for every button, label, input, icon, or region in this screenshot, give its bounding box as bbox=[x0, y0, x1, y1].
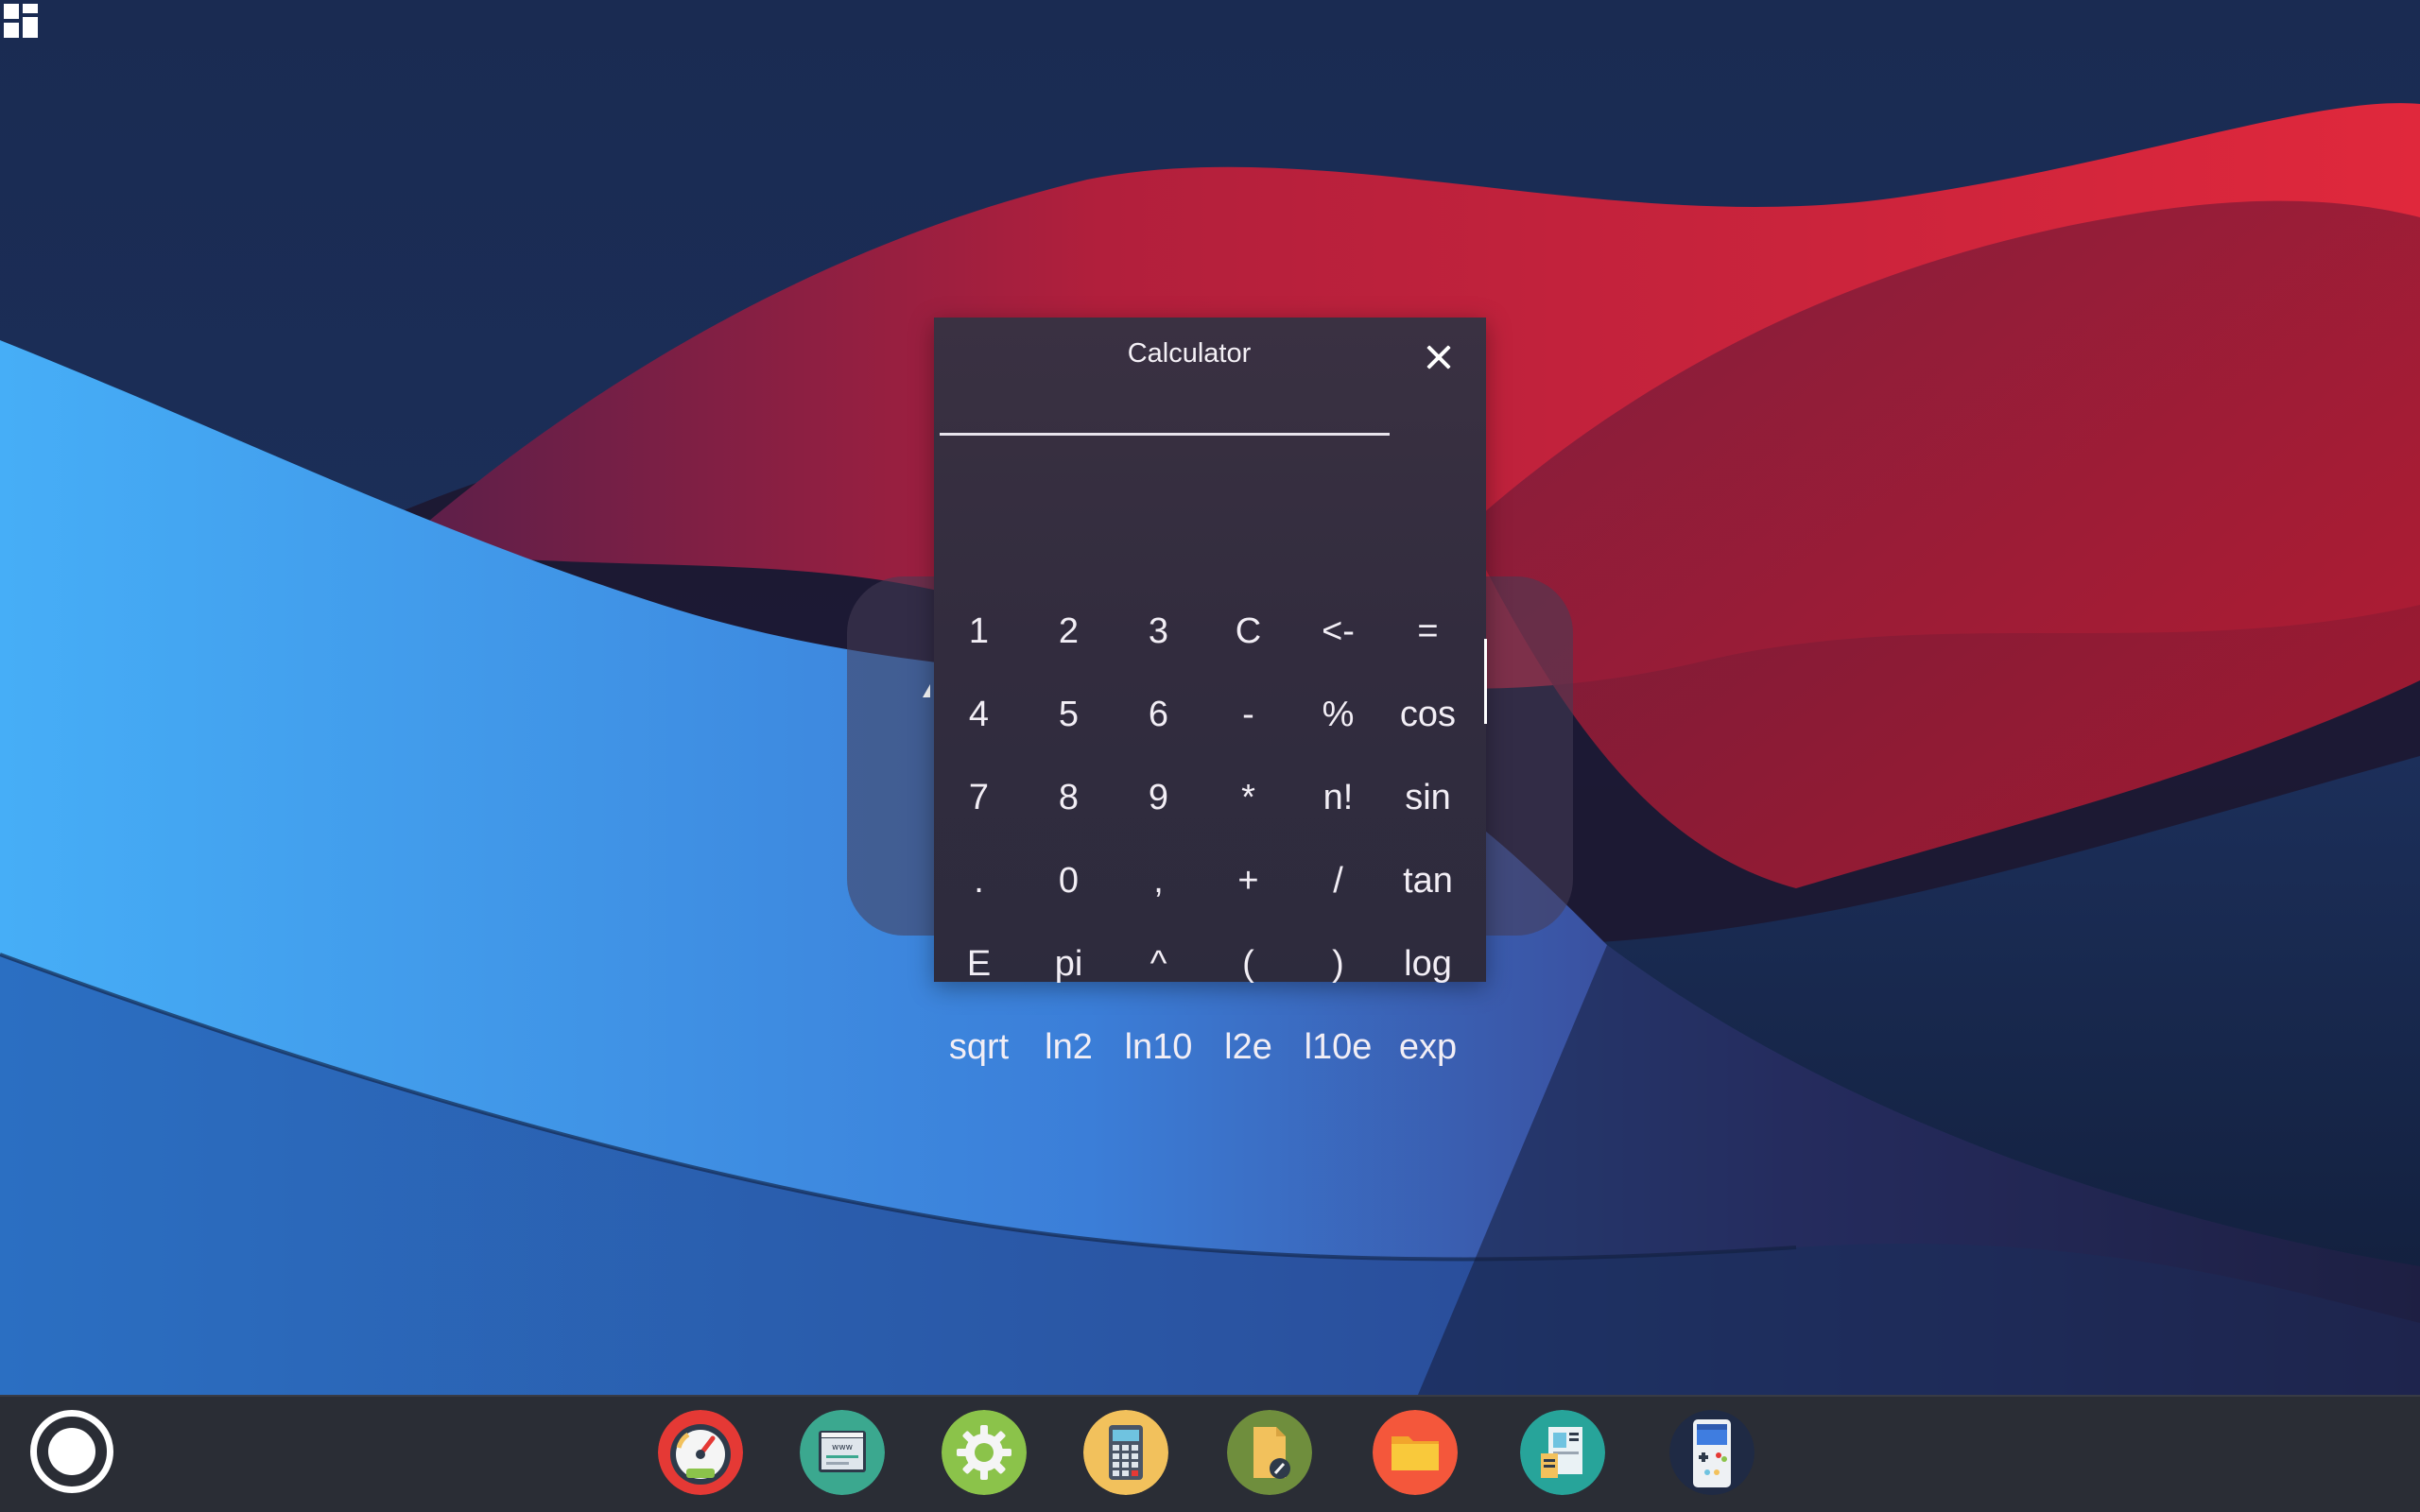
calculator-window: Calculator 1 2 3 C <- = 4 5 6-% cos 7 8 9 * n! sin. 0, + /… bbox=[934, 318, 1486, 1067]
key-button[interactable]: <- bbox=[1293, 590, 1383, 673]
game-console-app-icon[interactable] bbox=[1669, 1410, 1754, 1495]
key-button[interactable]: = bbox=[1383, 590, 1473, 673]
key-button[interactable]: 8 bbox=[1024, 756, 1114, 839]
scroll-indicator bbox=[1484, 639, 1487, 724]
key-button[interactable]: exp bbox=[1383, 1005, 1473, 1089]
news-app-icon[interactable] bbox=[1520, 1410, 1605, 1495]
key-button[interactable]: l10e bbox=[1293, 1005, 1383, 1089]
key-button[interactable]: 3 bbox=[1114, 590, 1203, 673]
dock: www bbox=[0, 1395, 2420, 1512]
key-button[interactable]: l2e bbox=[1203, 1005, 1293, 1089]
settings-app-icon[interactable] bbox=[942, 1410, 1027, 1495]
home-circle-icon[interactable] bbox=[30, 1410, 113, 1493]
key-button[interactable]: ( bbox=[1203, 922, 1293, 1005]
caret-icon bbox=[923, 684, 930, 697]
key-button[interactable]: 9 bbox=[1114, 756, 1203, 839]
key-button[interactable]: % bbox=[1293, 673, 1383, 756]
key-button[interactable]: 2 bbox=[1024, 590, 1114, 673]
key-button[interactable]: / bbox=[1293, 839, 1383, 922]
key-button[interactable]: E bbox=[934, 922, 1024, 1005]
calculator-display[interactable] bbox=[940, 393, 1390, 436]
key-button[interactable]: ln10 bbox=[1114, 1005, 1203, 1089]
key-button[interactable]: , bbox=[1114, 839, 1203, 922]
key-button[interactable]: - bbox=[1203, 673, 1293, 756]
key-button[interactable]: sin bbox=[1383, 756, 1473, 839]
key-button[interactable]: * bbox=[1203, 756, 1293, 839]
key-button[interactable]: 7 bbox=[934, 756, 1024, 839]
home-circle-inner bbox=[48, 1428, 95, 1475]
files-app-icon[interactable] bbox=[1373, 1410, 1458, 1495]
key-button[interactable]: C bbox=[1203, 590, 1293, 673]
key-button[interactable]: n! bbox=[1293, 756, 1383, 839]
key-button[interactable]: 0 bbox=[1024, 839, 1114, 922]
key-button[interactable]: ^ bbox=[1114, 922, 1203, 1005]
key-button[interactable]: 1 bbox=[934, 590, 1024, 673]
key-button[interactable]: cos bbox=[1383, 673, 1473, 756]
key-button[interactable]: sqrt bbox=[934, 1005, 1024, 1089]
key-button[interactable]: . bbox=[934, 839, 1024, 922]
key-button[interactable]: log bbox=[1383, 922, 1473, 1005]
calculator-app-icon[interactable] bbox=[1083, 1410, 1168, 1495]
key-button[interactable]: tan bbox=[1383, 839, 1473, 922]
notes-app-icon[interactable] bbox=[1227, 1410, 1312, 1495]
key-button[interactable]: pi bbox=[1024, 922, 1114, 1005]
key-button[interactable]: 6 bbox=[1114, 673, 1203, 756]
calculator-title: Calculator bbox=[1127, 338, 1252, 369]
desktop: Calculator 1 2 3 C <- = 4 5 6-% cos 7 8 9 * n! sin. 0, + /… bbox=[0, 0, 2420, 1512]
speedometer-app-icon[interactable] bbox=[658, 1410, 743, 1495]
apps-grid-icon[interactable] bbox=[4, 4, 42, 42]
dock-divider bbox=[0, 1395, 2420, 1397]
key-button[interactable]: ) bbox=[1293, 922, 1383, 1005]
key-button[interactable]: ln2 bbox=[1024, 1005, 1114, 1089]
browser-app-icon[interactable]: www bbox=[800, 1410, 885, 1495]
key-button[interactable]: 4 bbox=[934, 673, 1024, 756]
close-icon[interactable] bbox=[1420, 338, 1458, 376]
key-button[interactable]: 5 bbox=[1024, 673, 1114, 756]
key-button[interactable]: + bbox=[1203, 839, 1293, 922]
svg-text:www: www bbox=[832, 1443, 853, 1452]
